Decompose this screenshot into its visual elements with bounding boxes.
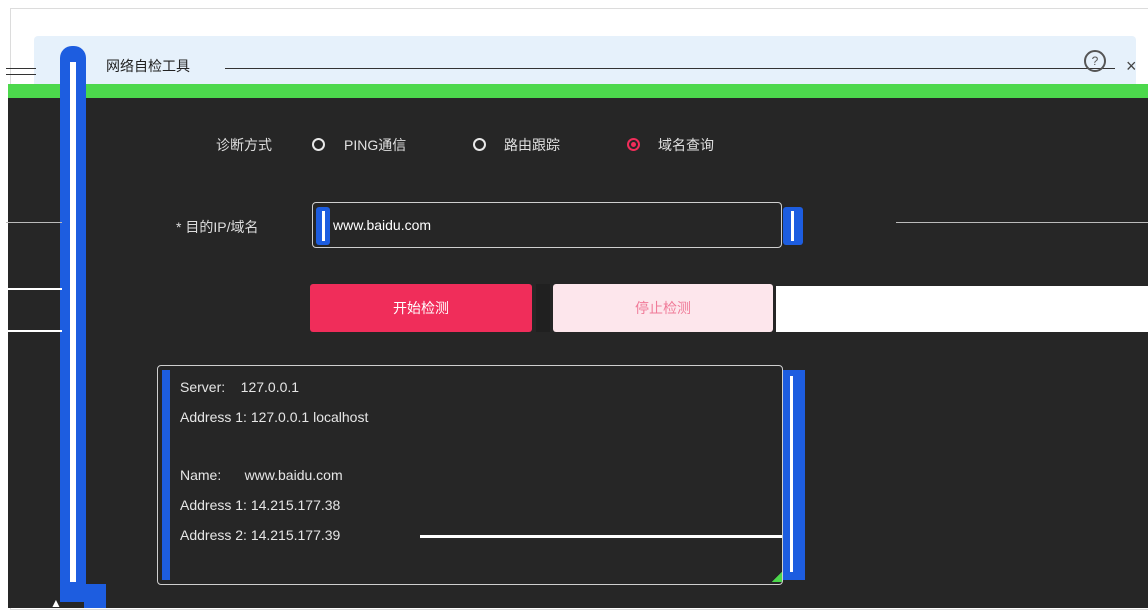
output-line: Address 1: 127.0.0.1 localhost [180,409,369,425]
start-button[interactable]: 开始检测 [310,284,532,332]
output-line: Address 1: 14.215.177.38 [180,497,341,513]
target-input-value[interactable]: www.baidu.com [333,217,431,233]
title-bar [34,36,1136,90]
radio-traceroute-label[interactable]: 路由跟踪 [504,135,560,155]
progress-strip [8,84,1148,98]
output-left-marker [162,370,170,580]
radio-ping-label[interactable]: PING通信 [344,135,406,155]
output-line: Server: 127.0.0.1 [180,379,300,395]
window-title: 网络自检工具 [106,58,190,74]
output-underline [420,535,782,538]
output-line: Name: www.baidu.com [180,467,343,483]
button-gap [536,284,550,332]
scrollbar-foot [84,584,106,608]
divider [6,74,36,75]
radio-dns-lookup[interactable] [627,138,640,151]
help-icon[interactable]: ? [1084,50,1106,72]
input-end-marker [791,211,794,241]
divider [6,222,62,223]
divider [6,288,62,290]
target-label: * 目的IP/域名 [176,219,259,235]
method-label: 诊断方式 [216,137,272,153]
resize-handle-icon[interactable] [772,572,782,582]
radio-traceroute[interactable] [473,138,486,151]
scrollbar-thumb[interactable] [70,62,76,582]
title-divider [225,68,1115,69]
radio-ping[interactable] [312,138,325,151]
output-scrollbar-thumb[interactable] [790,376,793,572]
stop-button[interactable]: 停止检测 [553,284,773,332]
divider [6,68,36,69]
input-cursor-marker [322,211,325,241]
output-line: Address 2: 14.215.177.39 [180,527,341,543]
divider [896,222,1148,223]
radio-dns-lookup-label[interactable]: 域名查询 [658,135,714,155]
stop-strip [776,286,1148,332]
close-icon[interactable]: × [1126,56,1137,77]
divider [6,330,62,332]
output-scrollbar[interactable] [783,370,805,580]
